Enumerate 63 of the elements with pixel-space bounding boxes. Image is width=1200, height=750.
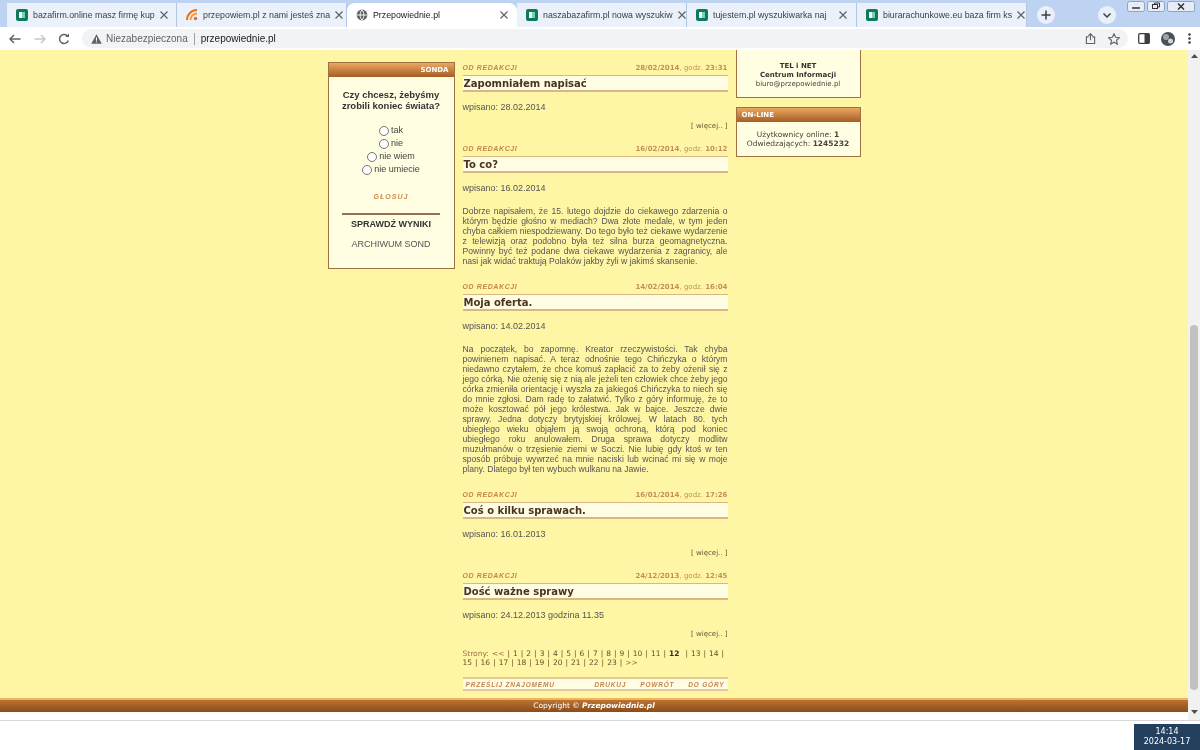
post-title: To co? [462, 156, 728, 173]
poll-option[interactable]: nie [379, 138, 403, 149]
restore-icon[interactable] [1147, 1, 1165, 12]
posted-date-text: wpisano: 24.12.2013 godzina 11.35 [462, 610, 605, 621]
results-link[interactable]: SPRAWDŹ WYNIKI [351, 219, 431, 230]
globe-icon [356, 9, 368, 21]
reload-icon[interactable] [58, 32, 70, 45]
square-logo-icon [696, 9, 708, 21]
post-title: Coś o kilku sprawach. [462, 502, 728, 519]
posted-date-text: wpisano: 14.02.2014 [462, 321, 547, 332]
browser-tab[interactable]: Przepowiednie.pl [347, 3, 517, 27]
security-button[interactable]: Niezabezpieczona [91, 32, 188, 45]
radio-button[interactable] [379, 125, 389, 136]
scrollbar-thumb[interactable] [1190, 325, 1198, 690]
clock-time: 14:14 [1155, 727, 1179, 737]
warning-icon [91, 33, 102, 44]
posted-date-text: wpisano: 16.01.2013 [462, 529, 547, 540]
radio-button[interactable] [362, 164, 373, 175]
browser-tab[interactable]: biurarachunkowe.eu baza firm ks [857, 3, 1027, 27]
posted-date-text: wpisano: 28.02.2014 [462, 102, 547, 113]
close-icon[interactable] [1017, 11, 1026, 19]
post-title: Moja oferta. [462, 294, 728, 311]
sidebar-icon[interactable] [1138, 33, 1150, 44]
chevron-down-icon[interactable] [1098, 5, 1116, 24]
radio-button[interactable] [367, 151, 378, 162]
url-text[interactable]: przepowiednie.pl [200, 32, 276, 45]
post-title: Zapomniałem napisać [462, 75, 728, 92]
post-title: Dość ważne sprawy [462, 583, 728, 600]
close-icon[interactable] [677, 11, 686, 19]
back-icon[interactable] [9, 33, 21, 44]
menu-icon[interactable] [1188, 33, 1191, 44]
close-icon[interactable] [500, 11, 508, 19]
square-logo-icon [526, 9, 538, 21]
browser-tab[interactable]: przepowiem.pl z nami jesteś zna [177, 3, 347, 27]
poll-option[interactable]: nie umiecie [362, 164, 420, 175]
scroll-down-icon[interactable] [1190, 710, 1198, 714]
browser-tab[interactable]: bazafirm.online masz firmę kup [7, 3, 177, 27]
share-icon[interactable] [1085, 33, 1096, 44]
poll-question: Czy chcesz, żebyśmy zrobili koniec świata? [340, 89, 442, 111]
clock[interactable]: 14:14 2024-03-17 [1134, 724, 1200, 750]
clock-date: 2024-03-17 [1143, 737, 1191, 747]
post-text: Na początek, bo zapomnę. Kreator rzeczywistości. Tak chyba powinienem napisać. A teraz odnośnie tego Chińczyka o którym niedawno czytałem, że chce komuś zapłacić za to żeby ożenił się z jego córką. Nie ożenię się z nią ale jeżeli ten człowiek chce żeby jego córka zmieniła orientację i wyszła za jakiegoś Chińczyka to niech się do mnie zgłosi. Dam radę to załatwić. Tylko z góry informuję, że to może kosztować pół jego królestwa. Jak w bajce. Jeszcze dwie sprawy. Jedna dotyczy brytyjskiej królowej. W latach 80. tych ubiegłego wieku objąłem ją swoją ochroną, którą pod koniec ubiegłego roku anulowałem. Druga sprawa dotyczy modlitw muzułmanów o trzęsienie ziemi w Soczi. Nie lubię gdy ktoś w ten sposób próbuje wywrzeć na mnie naciski lub wcinać mi się w moje plany. Dlatego był ten wybuch wulkanu na Jawie. [462, 344, 728, 474]
radio-button[interactable] [379, 138, 389, 149]
poll-option[interactable]: nie wiem [367, 151, 415, 162]
square-logo-icon [866, 9, 878, 21]
star-icon[interactable] [1108, 32, 1120, 45]
close-icon[interactable] [335, 11, 344, 19]
square-logo-icon [16, 9, 28, 21]
archive-link[interactable]: ARCHIWUM SOND [351, 239, 431, 250]
post-text: Dobrze napisałem, że 15. lutego dojdzie do ciekawego zdarzenia o którym będzie głośno w mediach? Dwa złote medale, w tym jeden chyba całkiem niespodziewany. Do tego było też ciekawe wydarzenie z telewizją oraz podobno była też silna burza geomagnetyczna. Powinny być też podane dwa ciekawe wydarzenia z zagranicy, ale nasi jak widać traktują Polaków jakby żyli w jakimś skansenie. [462, 206, 728, 266]
close-icon[interactable] [839, 11, 847, 19]
poll-option[interactable]: tak [379, 125, 403, 136]
browser-tab[interactable]: tujestem.pl wyszukiwarka naj [687, 3, 857, 27]
arcs-icon [186, 9, 198, 21]
browser-tab[interactable]: naszabazafirm.pl nowa wyszukiw [517, 3, 687, 27]
forward-icon [34, 33, 46, 44]
close-icon[interactable] [159, 11, 168, 19]
avatar-icon[interactable] [1161, 31, 1175, 46]
close-icon[interactable] [1167, 1, 1195, 12]
plus-icon[interactable] [1037, 5, 1055, 24]
minimize-icon[interactable] [1127, 1, 1145, 12]
posted-date-text: wpisano: 16.02.2014 [462, 183, 547, 194]
scroll-up-icon[interactable] [1190, 54, 1198, 58]
